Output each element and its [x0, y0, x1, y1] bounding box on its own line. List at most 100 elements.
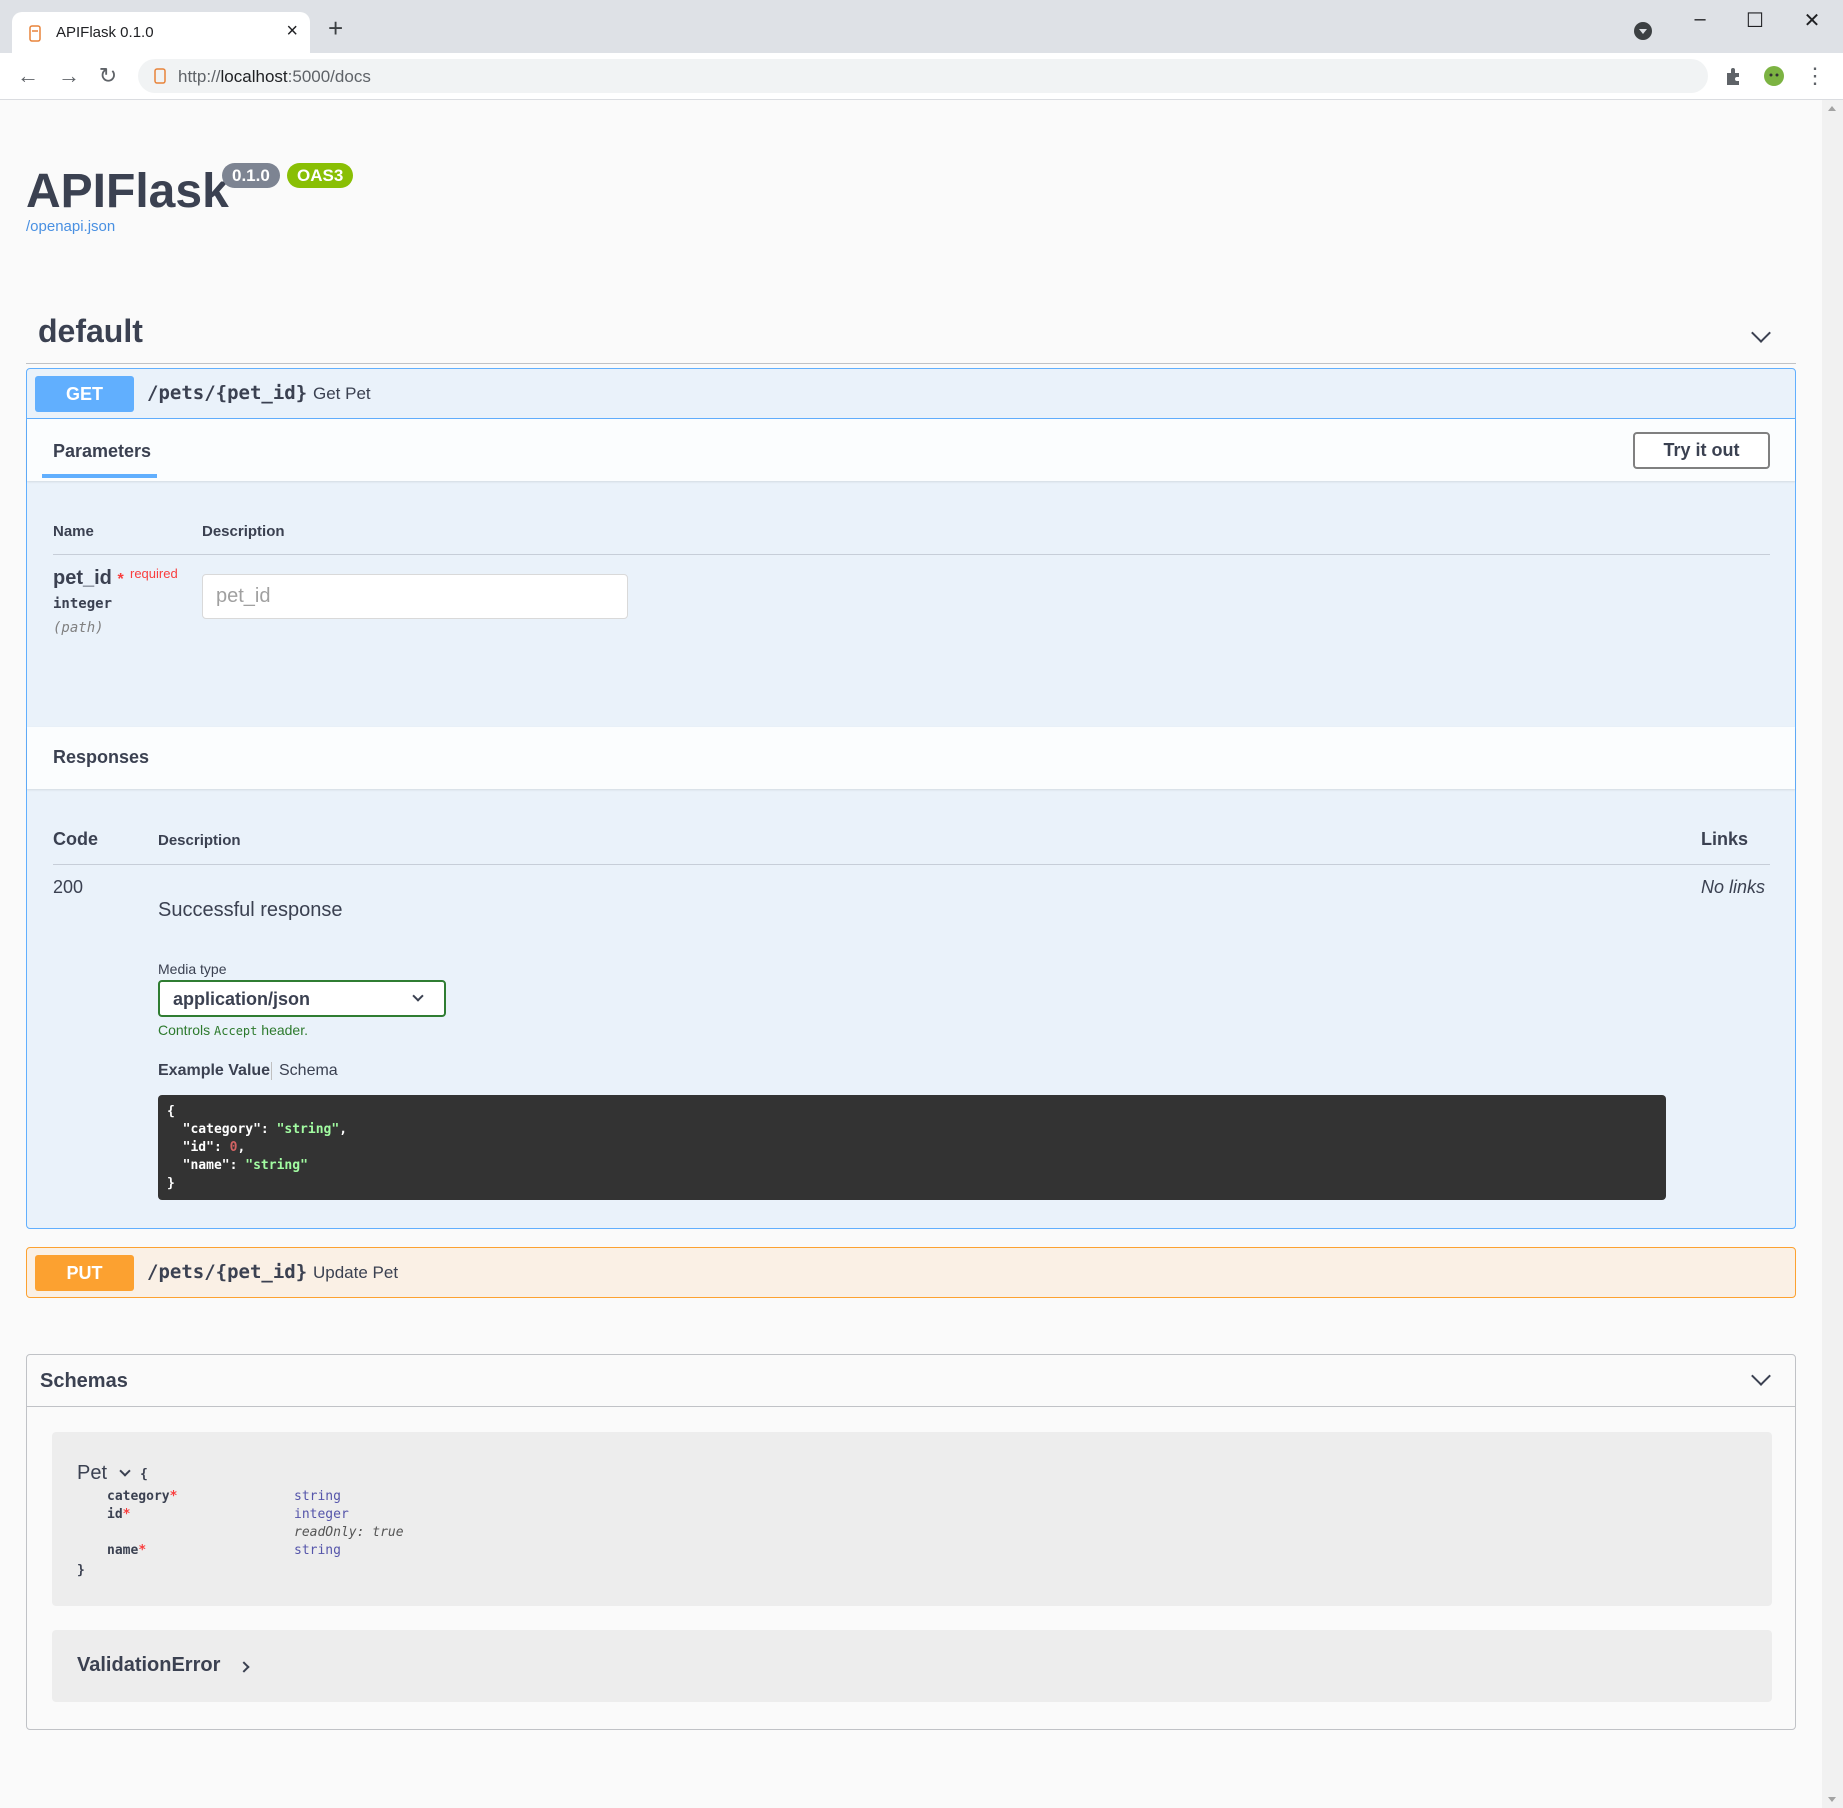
example-value-code: { "category": "string", "id": 0, "name":… [158, 1095, 1666, 1200]
param-location: (path) [53, 620, 104, 636]
response-links: No links [1701, 877, 1766, 897]
scroll-up-arrow-icon[interactable] [1828, 106, 1836, 111]
code-line: } [167, 1176, 175, 1191]
tab-title: APIFlask 0.1.0 [56, 24, 154, 41]
browser-tab[interactable]: APIFlask 0.1.0 × [12, 12, 310, 53]
scroll-down-arrow-icon[interactable] [1828, 1797, 1836, 1802]
prop-type-category: string [294, 1489, 341, 1504]
prop-name-id: id* [107, 1507, 130, 1522]
site-info-icon [154, 68, 166, 84]
required-label: required [130, 566, 178, 581]
model-name-validation-error[interactable]: ValidationError [77, 1654, 220, 1677]
responses-table-divider [53, 864, 1770, 865]
required-star: * [138, 1543, 147, 1558]
tag-title: default [38, 313, 143, 349]
reload-icon[interactable]: ↻ [95, 63, 121, 89]
minimize-button[interactable]: – [1688, 8, 1712, 32]
chevron-right-icon[interactable] [238, 1661, 250, 1673]
responses-header: Responses [27, 727, 1795, 789]
code-punct: , [339, 1122, 348, 1137]
responses-title: Responses [53, 747, 150, 767]
responses-links-column-header: Links [1701, 829, 1749, 849]
close-window-button[interactable]: ✕ [1800, 8, 1824, 32]
controls-suffix: header. [257, 1022, 308, 1038]
page-scrollbar[interactable] [1822, 100, 1843, 1808]
responses-description-column-header: Description [158, 832, 241, 849]
prop-name-text: id [107, 1507, 123, 1522]
response-description: Successful response [158, 899, 343, 921]
get-operation-block: GET /pets/{pet_id} Get Pet Parameters Tr… [26, 368, 1796, 1229]
collapse-chevron-icon[interactable] [1751, 1366, 1771, 1386]
browser-menu-icon[interactable]: ⋮ [1802, 63, 1828, 89]
try-it-out-button[interactable]: Try it out [1633, 432, 1770, 469]
tab-parameters[interactable]: Parameters [53, 441, 151, 462]
profile-avatar-icon[interactable] [1763, 65, 1785, 87]
controls-code: Accept [214, 1024, 258, 1038]
media-type-select[interactable]: application/json [158, 980, 446, 1017]
tab-close-icon[interactable]: × [286, 20, 298, 43]
response-code: 200 [53, 877, 84, 897]
media-type-value: application/json [173, 989, 311, 1009]
schemas-section: Schemas Pet { category* string id* integ… [26, 1354, 1796, 1730]
validation-error-model-box[interactable]: ValidationError [52, 1630, 1772, 1702]
required-star: * [122, 1507, 131, 1522]
code-punct: , [237, 1140, 246, 1155]
code-string: "string" [276, 1122, 340, 1137]
put-operation-summary-text: Update Pet [313, 1263, 399, 1282]
tab-search-icon[interactable] [1634, 22, 1652, 40]
tab-separator [271, 1062, 272, 1080]
url-scheme: http:// [178, 67, 221, 86]
collapse-chevron-icon[interactable] [1751, 323, 1771, 343]
param-name-text: pet_id [53, 567, 112, 589]
back-arrow-icon[interactable]: ← [15, 63, 41, 89]
prop-type-id: integer [294, 1507, 349, 1522]
put-operation-path: /pets/{pet_id} [147, 1261, 308, 1283]
tag-section-default[interactable]: default [26, 308, 1796, 364]
prop-name-text: category [107, 1489, 170, 1504]
tab-example-value[interactable]: Example Value [158, 1062, 270, 1080]
pet-id-input[interactable] [202, 574, 628, 619]
version-badge: 0.1.0 [222, 163, 280, 188]
prop-type-name: string [294, 1543, 341, 1558]
browser-tab-bar: APIFlask 0.1.0 × + – ☐ ✕ [0, 0, 1843, 53]
chevron-down-icon [412, 990, 424, 1002]
code-key: "id": [167, 1140, 230, 1155]
schemas-header[interactable]: Schemas [27, 1355, 1795, 1407]
code-key: "category": [167, 1122, 277, 1137]
code-string: "string" [245, 1158, 308, 1173]
active-tab-indicator [42, 474, 157, 478]
code-key: "name": [167, 1158, 246, 1173]
chevron-down-icon[interactable] [119, 1465, 131, 1477]
controls-accept-note: Controls Accept header. [158, 1022, 308, 1038]
params-table-divider [53, 554, 1770, 555]
model-name-pet[interactable]: Pet [77, 1462, 107, 1485]
url-host: localhost [220, 67, 288, 86]
swagger-page: APIFlask 0.1.0 OAS3 /openapi.json defaul… [0, 100, 1822, 1808]
schemas-title: Schemas [40, 1370, 128, 1392]
prop-meta-id: readOnly: true [294, 1525, 404, 1540]
url-path: :5000/docs [287, 67, 371, 86]
url-text: http://localhost:5000/docs [178, 67, 371, 87]
model-close-brace: } [77, 1563, 85, 1578]
get-operation-summary[interactable]: GET /pets/{pet_id} Get Pet [27, 369, 1795, 419]
param-name: pet_id * [53, 567, 124, 590]
responses-code-column-header: Code [53, 829, 98, 849]
prop-name-text: name [107, 1543, 139, 1558]
put-method-badge: PUT [35, 1255, 134, 1291]
pet-model-box: Pet { category* string id* integer readO… [52, 1432, 1772, 1606]
openapi-spec-link[interactable]: /openapi.json [26, 218, 115, 235]
api-title: APIFlask [26, 165, 229, 218]
extensions-puzzle-icon[interactable] [1723, 65, 1745, 87]
new-tab-button[interactable]: + [328, 15, 343, 41]
params-name-column-header: Name [53, 523, 94, 540]
maximize-button[interactable]: ☐ [1743, 8, 1767, 32]
browser-toolbar: ← → ↻ http://localhost:5000/docs ⋮ [0, 53, 1843, 100]
param-type: integer [53, 596, 113, 612]
required-star: * [169, 1489, 178, 1504]
prop-name-name: name* [107, 1543, 146, 1558]
forward-arrow-icon[interactable]: → [56, 63, 82, 89]
address-bar[interactable]: http://localhost:5000/docs [138, 59, 1708, 93]
put-operation-block[interactable]: PUT /pets/{pet_id} Update Pet [26, 1247, 1796, 1298]
flask-favicon-icon [29, 25, 41, 42]
tab-schema[interactable]: Schema [279, 1062, 338, 1080]
